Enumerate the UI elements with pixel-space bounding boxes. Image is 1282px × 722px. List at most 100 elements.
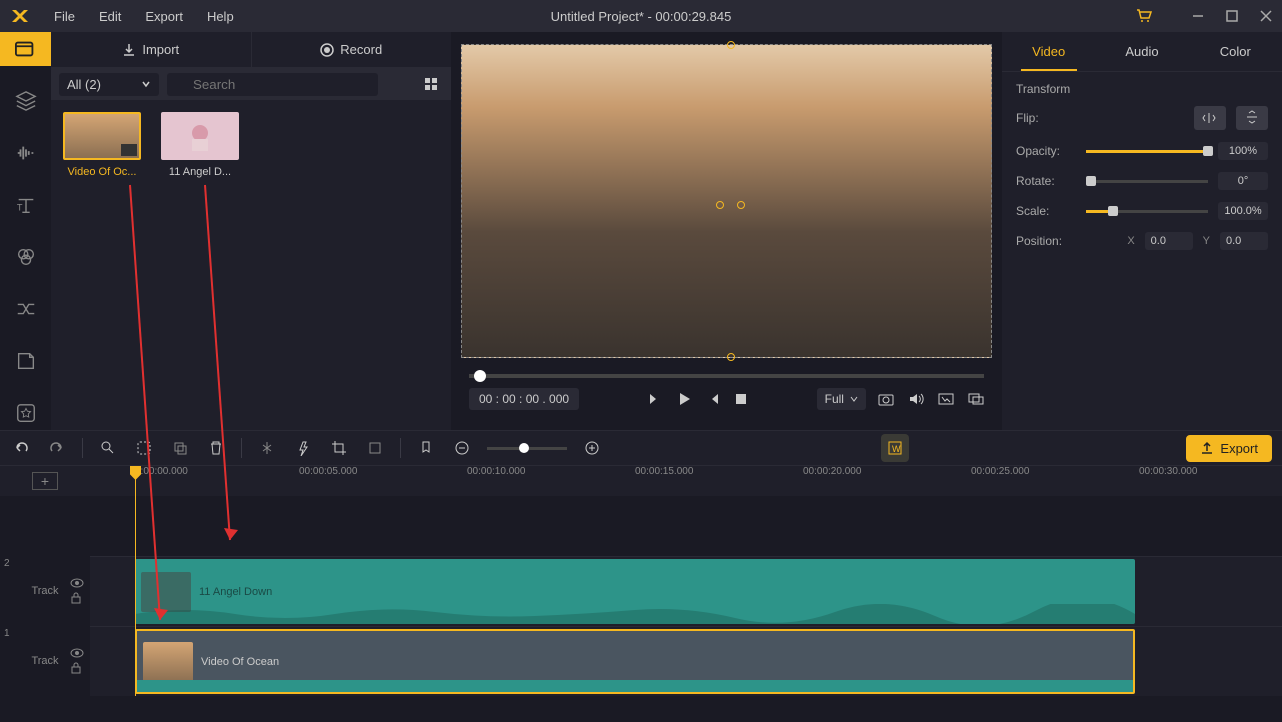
- pos-x-input[interactable]: [1145, 232, 1193, 250]
- export-label: Export: [1220, 441, 1258, 456]
- marker-button[interactable]: [415, 437, 437, 459]
- svg-text:T: T: [16, 203, 22, 213]
- sidebar-filters[interactable]: [0, 240, 51, 274]
- redo-button[interactable]: [46, 437, 68, 459]
- opacity-value[interactable]: 100%: [1218, 142, 1268, 160]
- flip-vertical-button[interactable]: [1236, 106, 1268, 130]
- lock-icon[interactable]: [70, 592, 82, 604]
- play-button[interactable]: [676, 391, 692, 407]
- track-number: 1: [4, 628, 10, 639]
- sidebar-stickers[interactable]: [0, 344, 51, 378]
- opacity-label: Opacity:: [1016, 144, 1076, 158]
- lock-icon[interactable]: [70, 662, 82, 674]
- aspect-button[interactable]: [938, 393, 954, 405]
- record-button[interactable]: Record: [252, 32, 452, 67]
- timecode-display: 00 : 00 : 00 . 000: [469, 388, 579, 410]
- menu-edit[interactable]: Edit: [89, 5, 131, 28]
- pos-x-label: X: [1127, 235, 1134, 247]
- zoom-in-button[interactable]: [581, 437, 603, 459]
- prev-frame-button[interactable]: [648, 392, 662, 406]
- add-track-button[interactable]: +: [32, 472, 58, 490]
- visibility-icon[interactable]: [70, 578, 84, 588]
- scale-label: Scale:: [1016, 204, 1076, 218]
- cart-icon[interactable]: [1136, 8, 1152, 24]
- timeline-zoom-slider[interactable]: [487, 447, 567, 450]
- import-button[interactable]: Import: [51, 32, 252, 67]
- track-content[interactable]: Video Of Ocean: [90, 626, 1282, 696]
- split-button[interactable]: [256, 437, 278, 459]
- menu-export[interactable]: Export: [135, 5, 193, 28]
- search-input[interactable]: [167, 73, 378, 96]
- preview-viewport[interactable]: [461, 44, 992, 358]
- seek-handle[interactable]: [474, 370, 486, 382]
- speed-button[interactable]: [292, 437, 314, 459]
- seek-bar[interactable]: [469, 374, 984, 378]
- sidebar-audio[interactable]: [0, 136, 51, 170]
- clip-label: Video Of Ocean: [201, 656, 279, 668]
- menu-file[interactable]: File: [44, 5, 85, 28]
- sidebar-favorites[interactable]: [0, 396, 51, 430]
- rotate-value[interactable]: 0°: [1218, 172, 1268, 190]
- preview-zoom-dropdown[interactable]: Full: [817, 388, 866, 410]
- filter-label: All (2): [67, 77, 101, 92]
- undo-button[interactable]: [10, 437, 32, 459]
- scale-slider[interactable]: [1086, 210, 1208, 213]
- track-header: 1 Track: [0, 626, 90, 696]
- zoom-out-button[interactable]: [451, 437, 473, 459]
- opacity-slider[interactable]: [1086, 150, 1208, 153]
- tool-select[interactable]: [133, 437, 155, 459]
- sidebar-media[interactable]: [0, 32, 51, 66]
- rotate-slider[interactable]: [1086, 180, 1208, 183]
- export-button[interactable]: Export: [1186, 435, 1272, 462]
- visibility-icon[interactable]: [70, 648, 84, 658]
- waveform: [135, 604, 1135, 624]
- volume-button[interactable]: [908, 392, 924, 406]
- center-handle-2[interactable]: [737, 201, 745, 209]
- film-icon: [121, 144, 137, 156]
- stop-button[interactable]: [734, 392, 748, 406]
- minimize-button[interactable]: [1190, 8, 1206, 24]
- resize-handle-top[interactable]: [727, 41, 735, 49]
- tool-search[interactable]: [97, 437, 119, 459]
- close-button[interactable]: [1258, 8, 1274, 24]
- maximize-button[interactable]: [1224, 8, 1240, 24]
- sidebar-transitions[interactable]: [0, 292, 51, 326]
- track-row-1: 1 Track Video Of Ocean: [0, 626, 1282, 696]
- fullscreen-button[interactable]: [968, 393, 984, 405]
- resize-handle-bottom[interactable]: [727, 353, 735, 361]
- preview-panel: 00 : 00 : 00 . 000 Full: [451, 32, 1002, 430]
- track-content[interactable]: 11 Angel Down: [90, 556, 1282, 626]
- crop-button[interactable]: [328, 437, 350, 459]
- ruler-ticks: 0:00:00.000 00:00:05.000 00:00:10.000 00…: [90, 466, 1282, 496]
- menu-help[interactable]: Help: [197, 5, 244, 28]
- track-header: 2 Track: [0, 556, 90, 626]
- audio-clip[interactable]: 11 Angel Down: [135, 559, 1135, 624]
- grid-view-toggle[interactable]: [419, 72, 443, 96]
- tab-color[interactable]: Color: [1189, 32, 1282, 71]
- flip-horizontal-button[interactable]: [1194, 106, 1226, 130]
- tab-video[interactable]: Video: [1002, 32, 1095, 71]
- media-panel: Import Record All (2) Video Of O: [51, 32, 451, 430]
- sidebar-layers[interactable]: [0, 84, 51, 118]
- tool-copy[interactable]: [169, 437, 191, 459]
- timeline-ruler[interactable]: + 0:00:00.000 00:00:05.000 00:00:10.000 …: [0, 466, 1282, 496]
- scale-value[interactable]: 100.0%: [1218, 202, 1268, 220]
- watermark-button[interactable]: W: [881, 434, 909, 462]
- media-item-video[interactable]: Video Of Oc...: [63, 112, 141, 178]
- video-clip[interactable]: Video Of Ocean: [135, 629, 1135, 694]
- zoom-label: Full: [825, 392, 844, 406]
- center-handle[interactable]: [716, 201, 724, 209]
- snapshot-button[interactable]: [878, 392, 894, 406]
- tick-label: 00:00:20.000: [803, 466, 861, 477]
- media-item-audio[interactable]: 11 Angel D...: [161, 112, 239, 178]
- pos-y-input[interactable]: [1220, 232, 1268, 250]
- delete-button[interactable]: [205, 437, 227, 459]
- media-filter-dropdown[interactable]: All (2): [59, 73, 159, 96]
- next-frame-button[interactable]: [706, 392, 720, 406]
- media-grid: Video Of Oc... 11 Angel D...: [51, 100, 451, 430]
- sidebar-text[interactable]: T: [0, 188, 51, 222]
- tab-audio[interactable]: Audio: [1095, 32, 1188, 71]
- tool-adjust[interactable]: [364, 437, 386, 459]
- svg-text:W: W: [892, 444, 901, 454]
- titlebar: File Edit Export Help Untitled Project* …: [0, 0, 1282, 32]
